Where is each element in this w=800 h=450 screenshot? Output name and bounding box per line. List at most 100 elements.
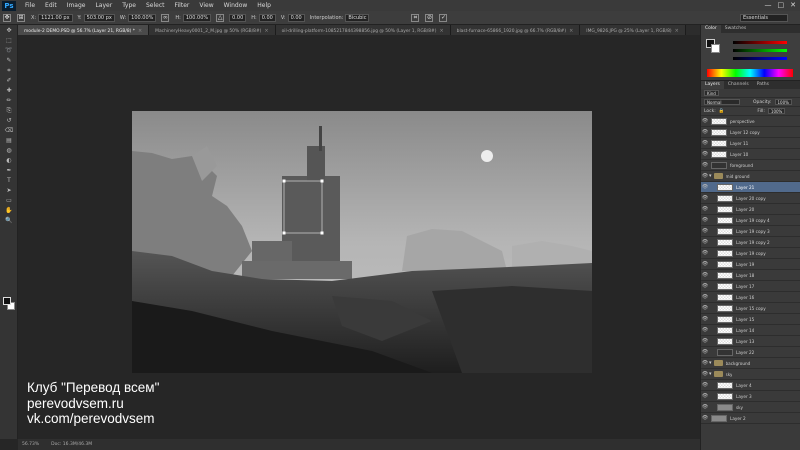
layer-row[interactable]: 👁 Layer 11 [701, 138, 800, 149]
document-tab[interactable]: oil-drilling-platform-1085217844398856.j… [275, 25, 451, 35]
eraser-icon[interactable]: ⌫ [2, 126, 16, 135]
visibility-eye-icon[interactable]: 👁 [701, 316, 709, 322]
menu-help[interactable]: Help [252, 2, 276, 9]
menu-window[interactable]: Window [219, 2, 253, 9]
width-field[interactable]: 100.00% [128, 13, 157, 22]
layer-group-row[interactable]: 👁 ▾ background [701, 358, 800, 369]
document-tab[interactable]: MachineryHeavy0001_2_M.jpg @ 50% (RGB/8#… [149, 25, 276, 35]
tab-color[interactable]: Color [701, 25, 721, 33]
menu-filter[interactable]: Filter [170, 2, 195, 9]
clone-stamp-icon[interactable]: ⎘ [2, 106, 16, 115]
blue-slider[interactable] [733, 57, 787, 60]
quick-select-icon[interactable]: ✎ [2, 56, 16, 65]
visibility-eye-icon[interactable]: 👁 [701, 272, 709, 278]
visibility-eye-icon[interactable]: 👁 [701, 239, 709, 245]
pen-icon[interactable]: ✒ [2, 166, 16, 175]
angle-field[interactable]: 0.00 [229, 13, 247, 22]
x-field[interactable]: 1121.00 px [38, 13, 73, 22]
lasso-icon[interactable]: ➰ [2, 46, 16, 55]
zoom-icon[interactable]: 🔍 [2, 216, 16, 225]
tab-swatches[interactable]: Swatches [721, 25, 751, 33]
y-field[interactable]: 503.00 px [83, 13, 115, 22]
menu-view[interactable]: View [194, 2, 218, 9]
layer-row[interactable]: 👁 Layer 10 [701, 149, 800, 160]
color-swatches[interactable] [3, 297, 15, 311]
lock-icon[interactable]: 🔒 [719, 109, 725, 114]
move-tool-preset-icon[interactable]: ✥ [3, 13, 11, 22]
visibility-eye-icon[interactable]: 👁 [701, 129, 709, 135]
reference-point-icon[interactable]: ⊞ [17, 13, 25, 22]
crop-icon[interactable]: ⌗ [2, 66, 16, 75]
expand-arrow-icon[interactable]: ▾ [709, 371, 712, 377]
layer-group-row[interactable]: 👁 ▾ mid ground [701, 171, 800, 182]
maximize-button[interactable]: □ [778, 1, 785, 9]
history-brush-icon[interactable]: ↺ [2, 116, 16, 125]
document-canvas[interactable] [132, 111, 592, 373]
layer-filter-select[interactable]: Kind [704, 90, 719, 96]
layer-row[interactable]: 👁 Layer 19 copy [701, 248, 800, 259]
fill-field[interactable]: 100% [767, 108, 786, 114]
visibility-eye-icon[interactable]: 👁 [701, 404, 709, 410]
visibility-eye-icon[interactable]: 👁 [701, 305, 709, 311]
interpolation-select[interactable]: Bicubic [345, 13, 370, 22]
layer-row[interactable]: 👁 Layer 4 [701, 380, 800, 391]
green-slider[interactable] [733, 49, 787, 52]
commit-transform-icon[interactable]: ✓ [439, 13, 448, 22]
tab-channels[interactable]: Channels [724, 81, 753, 89]
warp-icon[interactable]: ⌗ [411, 13, 420, 22]
close-tab-icon[interactable]: × [675, 28, 679, 34]
cancel-transform-icon[interactable]: ⊘ [425, 13, 434, 22]
canvas-area[interactable] [18, 35, 700, 439]
layer-row[interactable]: 👁 Layer 14 [701, 325, 800, 336]
menu-select[interactable]: Select [141, 2, 170, 9]
menu-file[interactable]: File [20, 2, 40, 9]
document-tab[interactable]: module-2 DEMO.PSD @ 56.7% (Layer 21, RGB… [18, 25, 150, 35]
tab-layers[interactable]: Layers [701, 81, 724, 89]
layer-row[interactable]: 👁 Layer 13 [701, 336, 800, 347]
shape-icon[interactable]: ▭ [2, 196, 16, 205]
menu-edit[interactable]: Edit [40, 2, 62, 9]
layer-row[interactable]: 👁 Layer 19 copy 3 [701, 226, 800, 237]
close-tab-icon[interactable]: × [439, 28, 443, 34]
visibility-eye-icon[interactable]: 👁 [701, 140, 709, 146]
expand-arrow-icon[interactable]: ▾ [709, 360, 712, 366]
hand-icon[interactable]: ✋ [2, 206, 16, 215]
close-tab-icon[interactable]: × [569, 28, 573, 34]
layer-row[interactable]: 👁 perspective [701, 116, 800, 127]
layer-row[interactable]: 👁 Layer 16 [701, 292, 800, 303]
layer-row[interactable]: 👁 Layer 15 [701, 314, 800, 325]
visibility-eye-icon[interactable]: 👁 [701, 327, 709, 333]
visibility-eye-icon[interactable]: 👁 [701, 349, 709, 355]
close-button[interactable]: ✕ [790, 1, 796, 9]
marquee-icon[interactable]: ⬚ [2, 36, 16, 45]
close-tab-icon[interactable]: × [138, 28, 142, 34]
layer-row[interactable]: 👁 Layer 21 [701, 182, 800, 193]
h-skew-field[interactable]: 0.00 [258, 13, 276, 22]
layer-row[interactable]: 👁 Layer 2 [701, 413, 800, 424]
visibility-eye-icon[interactable]: 👁 [701, 371, 709, 377]
visibility-eye-icon[interactable]: 👁 [701, 393, 709, 399]
layer-row[interactable]: 👁 Layer 22 [701, 347, 800, 358]
tab-paths[interactable]: Paths [753, 81, 773, 89]
layer-group-row[interactable]: 👁 ▾ sky [701, 369, 800, 380]
layer-row[interactable]: 👁 Layer 20 copy [701, 193, 800, 204]
layer-row[interactable]: 👁 Layer 12 copy [701, 127, 800, 138]
visibility-eye-icon[interactable]: 👁 [701, 206, 709, 212]
document-tab[interactable]: blast-furnace-65866_1920.jpg @ 66.7% (RG… [450, 25, 581, 35]
visibility-eye-icon[interactable]: 👁 [701, 173, 709, 179]
v-skew-field[interactable]: 0.00 [287, 13, 305, 22]
layer-row[interactable]: 👁 Layer 19 [701, 259, 800, 270]
blur-icon[interactable]: ◍ [2, 146, 16, 155]
dodge-icon[interactable]: ◐ [2, 156, 16, 165]
height-field[interactable]: 100.00% [182, 13, 212, 22]
visibility-eye-icon[interactable]: 👁 [701, 338, 709, 344]
visibility-eye-icon[interactable]: 👁 [701, 151, 709, 157]
blend-mode-select[interactable]: Normal [704, 99, 740, 105]
healing-icon[interactable]: ✚ [2, 86, 16, 95]
visibility-eye-icon[interactable]: 👁 [701, 228, 709, 234]
menu-type[interactable]: Type [117, 2, 141, 9]
visibility-eye-icon[interactable]: 👁 [701, 217, 709, 223]
document-tab[interactable]: IMG_9826.JPG @ 25% (Layer 1, RGB/8) × [580, 25, 686, 35]
visibility-eye-icon[interactable]: 👁 [701, 118, 709, 124]
layer-row[interactable]: 👁 Layer 3 [701, 391, 800, 402]
